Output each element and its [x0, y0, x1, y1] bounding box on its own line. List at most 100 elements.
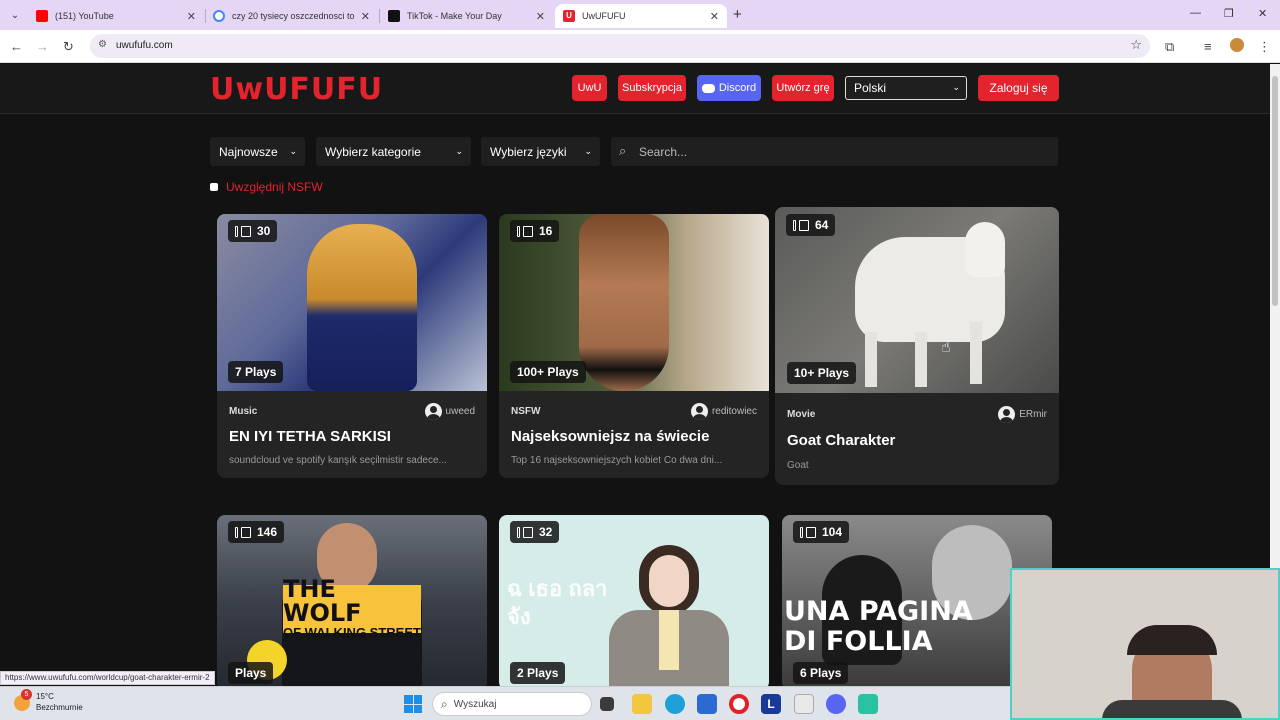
cursor-hand-icon: ☝: [941, 339, 951, 356]
tab-uwufufu[interactable]: U UwUFUFU ✕: [555, 4, 727, 28]
address-bar[interactable]: ⚙ uwufufu.com ☆: [90, 34, 1150, 58]
card-author[interactable]: reditowiec: [690, 403, 757, 420]
item-count-badge: 16: [510, 220, 560, 242]
nsfw-checkbox[interactable]: [210, 183, 218, 191]
site-header: UwUFUFU UwU Subskrypcja Discord Utwórz g…: [0, 64, 1270, 114]
file-explorer-icon[interactable]: [632, 694, 652, 714]
chevron-down-icon: ⌄: [289, 146, 297, 156]
thumbnail-title-overlay: THE WOLF OF WALKING STREET: [283, 575, 421, 640]
sort-select[interactable]: Najnowsze ⌄: [210, 137, 305, 166]
profile-avatar-icon[interactable]: [1230, 38, 1244, 52]
search-input[interactable]: [639, 137, 1039, 166]
site-info-icon[interactable]: ⚙: [98, 39, 107, 50]
tab-search-icon[interactable]: ⌄: [6, 6, 24, 24]
thumbnail-title-overlay: ฉ เธอ ถลาจัง: [507, 576, 608, 629]
reload-icon[interactable]: ↻: [63, 39, 74, 55]
language-filter-select[interactable]: Wybierz języki ⌄: [481, 137, 600, 166]
plays-badge: 2 Plays: [510, 662, 566, 684]
uwufufu-favicon-icon: U: [563, 10, 575, 22]
store-icon[interactable]: [697, 694, 717, 714]
discord-button[interactable]: Discord: [697, 75, 761, 101]
taskbar-search[interactable]: ⌕ Wyszukaj: [432, 692, 592, 716]
item-count-badge: 64: [786, 214, 836, 236]
avatar-icon: [998, 406, 1016, 423]
discord-icon: [701, 83, 715, 93]
card-category: NSFW: [511, 406, 541, 417]
task-view-icon[interactable]: [600, 697, 614, 711]
nsfw-toggle[interactable]: Uwzględnij NSFW: [210, 180, 323, 194]
language-select[interactable]: Polski ⌄: [845, 76, 967, 100]
chevron-down-icon: ⌄: [952, 82, 960, 92]
chrome-icon[interactable]: [794, 694, 814, 714]
extensions-icon[interactable]: ⧉: [1165, 39, 1174, 55]
cards-stack-icon: [793, 219, 809, 231]
youtube-icon: [36, 10, 48, 22]
window-close-icon[interactable]: ✕: [1258, 7, 1267, 20]
search-box: ⌕: [611, 137, 1058, 166]
avatar-icon: [690, 403, 708, 420]
media-control-icon[interactable]: ≡: [1204, 39, 1212, 54]
plays-badge: Plays: [228, 662, 274, 684]
card-title[interactable]: EN IYI TETHA SARKISI: [229, 428, 391, 445]
category-select[interactable]: Wybierz kategorie ⌄: [316, 137, 471, 166]
minimize-icon[interactable]: —: [1190, 7, 1201, 19]
browser-menu-icon[interactable]: ⋮: [1258, 39, 1271, 55]
opera-icon[interactable]: [729, 694, 749, 714]
scrollbar-thumb[interactable]: [1272, 76, 1278, 306]
new-tab-icon[interactable]: +: [733, 6, 742, 23]
create-game-button[interactable]: Utwórz grę: [772, 75, 834, 101]
uwu-button[interactable]: UwU: [572, 75, 607, 101]
launcher-icon[interactable]: L: [761, 694, 781, 714]
start-windows-icon[interactable]: [404, 695, 422, 713]
weather-sun-icon: 5: [14, 689, 32, 711]
item-count-badge: 146: [228, 521, 285, 543]
card-author[interactable]: uweed: [424, 403, 475, 420]
game-card[interactable]: 16 100+ Plays NSFW reditowiec Najseksown…: [499, 214, 769, 478]
subscription-button[interactable]: Subskrypcja: [618, 75, 686, 101]
card-category: Music: [229, 406, 258, 417]
search-icon: ⌕: [441, 696, 448, 711]
tab-google[interactable]: czy 20 tysiecy oszczednosci to d ✕: [205, 4, 378, 28]
bookmark-star-icon[interactable]: ☆: [1130, 37, 1142, 53]
cards-stack-icon: [517, 526, 533, 538]
cards-stack-icon: [517, 225, 533, 237]
login-button[interactable]: Zaloguj się: [978, 75, 1059, 101]
webcam-overlay: [1010, 568, 1280, 720]
site-logo[interactable]: UwUFUFU: [210, 72, 383, 107]
tab-youtube[interactable]: (151) YouTube ✕: [28, 4, 204, 28]
chevron-down-icon: ⌄: [455, 146, 463, 156]
forward-icon[interactable]: →: [36, 39, 49, 54]
card-title[interactable]: Goat Charakter: [787, 432, 895, 449]
card-description: soundcloud ve spotify kanşık seçilmistir…: [229, 455, 447, 466]
back-icon[interactable]: ←: [10, 39, 23, 54]
cards-stack-icon: [235, 526, 251, 538]
discord-taskbar-icon[interactable]: [826, 694, 846, 714]
plays-badge: 100+ Plays: [510, 361, 586, 383]
item-count-badge: 30: [228, 220, 278, 242]
close-icon[interactable]: ✕: [536, 10, 545, 23]
notification-count: 5: [21, 689, 32, 700]
thumbnail-title-overlay: UNA PAGINA DI FOLLIA: [784, 596, 973, 657]
plays-badge: 10+ Plays: [787, 362, 857, 384]
chevron-down-icon: ⌄: [584, 146, 592, 156]
game-card[interactable]: 30 7 Plays Music uweed EN IYI TETHA SARK…: [217, 214, 487, 478]
close-icon[interactable]: ✕: [710, 10, 719, 23]
weather-widget[interactable]: 5 15°C Bezchmurnie: [14, 689, 83, 713]
card-category: Movie: [787, 409, 816, 420]
edge-icon[interactable]: [665, 694, 685, 714]
card-title[interactable]: Najseksowniejsz na świecie: [511, 428, 709, 445]
item-count-badge: 104: [793, 521, 850, 543]
search-icon: ⌕: [619, 143, 627, 158]
close-icon[interactable]: ✕: [361, 10, 370, 23]
game-card[interactable]: THE WOLF OF WALKING STREET 146 Plays: [217, 515, 487, 686]
tab-tiktok[interactable]: TikTok - Make Your Day ✕: [380, 4, 553, 28]
card-author[interactable]: ERmir: [998, 406, 1047, 423]
cards-stack-icon: [235, 225, 251, 237]
app-icon[interactable]: [858, 694, 878, 714]
game-card[interactable]: ☝ 64 10+ Plays Movie ERmir Goat Charakte…: [775, 207, 1059, 485]
card-description: Top 16 najseksowniejszych kobiet Co dwa …: [511, 455, 723, 466]
close-icon[interactable]: ✕: [187, 10, 196, 23]
game-card[interactable]: ฉ เธอ ถลาจัง 32 2 Plays: [499, 515, 769, 686]
restore-icon[interactable]: ❐: [1224, 7, 1234, 20]
card-description: Goat: [787, 460, 809, 471]
